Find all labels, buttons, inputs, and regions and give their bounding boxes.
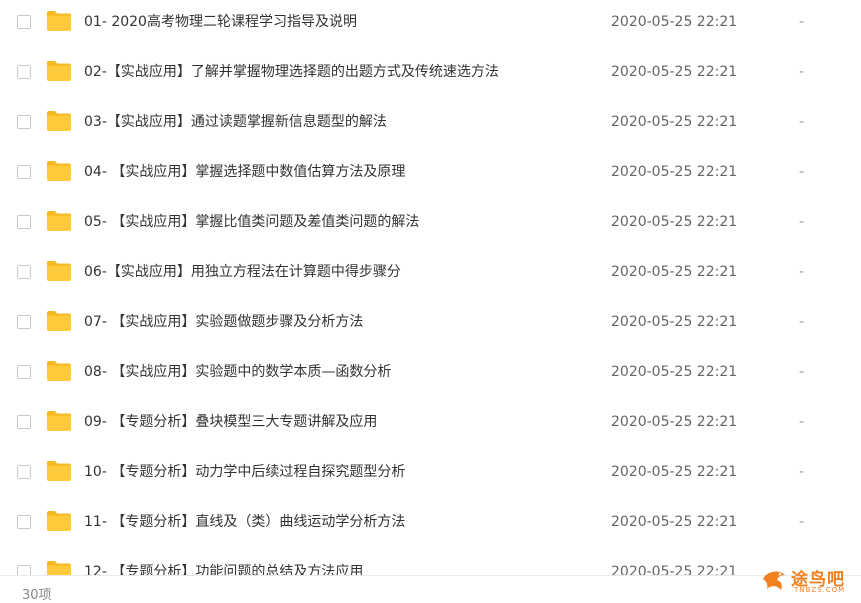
modified-time: 2020-05-25 22:21 [611, 514, 738, 530]
file-size: - [799, 114, 805, 130]
folder-icon[interactable] [46, 160, 72, 182]
folder-icon[interactable] [46, 410, 72, 432]
file-name[interactable]: 01- 2020高考物理二轮课程学习指导及说明 [84, 13, 357, 31]
modified-time: 2020-05-25 22:21 [611, 414, 738, 430]
modified-time: 2020-05-25 22:21 [611, 314, 738, 330]
file-size: - [799, 364, 805, 380]
folder-icon[interactable] [46, 560, 72, 575]
file-row[interactable]: 11- 【专题分析】直线及（类）曲线运动学分析方法 2020-05-25 22:2… [0, 499, 861, 549]
folder-icon[interactable] [46, 110, 72, 132]
modified-time: 2020-05-25 22:21 [611, 214, 738, 230]
row-checkbox[interactable] [17, 15, 31, 29]
file-name[interactable]: 09- 【专题分析】叠块模型三大专题讲解及应用 [84, 413, 377, 431]
file-name[interactable]: 08- 【实战应用】实验题中的数学本质—函数分析 [84, 363, 391, 381]
folder-icon[interactable] [46, 510, 72, 532]
file-size: - [799, 64, 805, 80]
file-name[interactable]: 11- 【专题分析】直线及（类）曲线运动学分析方法 [84, 513, 405, 531]
file-row[interactable]: 07- 【实战应用】实验题做题步骤及分析方法 2020-05-25 22:21 - [0, 299, 861, 349]
folder-icon[interactable] [46, 210, 72, 232]
modified-time: 2020-05-25 22:21 [611, 64, 738, 80]
watermark: 途鸟吧 TNBZS.COM [757, 563, 857, 597]
file-row[interactable]: 05- 【实战应用】掌握比值类问题及差值类问题的解法 2020-05-25 22:… [0, 199, 861, 249]
modified-time: 2020-05-25 22:21 [611, 14, 738, 30]
file-list: 01- 2020高考物理二轮课程学习指导及说明 2020-05-25 22:21 -… [0, 0, 861, 575]
row-checkbox[interactable] [17, 165, 31, 179]
modified-time: 2020-05-25 22:21 [611, 564, 738, 575]
folder-icon[interactable] [46, 60, 72, 82]
file-size: - [799, 14, 805, 30]
row-checkbox[interactable] [17, 215, 31, 229]
file-name[interactable]: 04- 【实战应用】掌握选择题中数值估算方法及原理 [84, 163, 405, 181]
file-row[interactable]: 03-【实战应用】通过读题掌握新信息题型的解法 2020-05-25 22:21 - [0, 99, 861, 149]
row-checkbox[interactable] [17, 465, 31, 479]
file-name[interactable]: 03-【实战应用】通过读题掌握新信息题型的解法 [84, 113, 387, 131]
file-row[interactable]: 12- 【专题分析】功能问题的总结及方法应用 2020-05-25 22:21- [0, 549, 861, 575]
file-size: - [799, 264, 805, 280]
file-size: - [799, 514, 805, 530]
folder-icon[interactable] [46, 460, 72, 482]
file-size: - [799, 464, 805, 480]
modified-time: 2020-05-25 22:21 [611, 114, 738, 130]
folder-icon[interactable] [46, 260, 72, 282]
file-row[interactable]: 02-【实战应用】了解并掌握物理选择题的出题方式及传统速选方法 2020-05-2… [0, 49, 861, 99]
file-size: - [799, 214, 805, 230]
modified-time: 2020-05-25 22:21 [611, 464, 738, 480]
file-size: - [799, 414, 805, 430]
file-row[interactable]: 10- 【专题分析】动力学中后续过程自探究题型分析 2020-05-25 22:2… [0, 449, 861, 499]
file-name[interactable]: 05- 【实战应用】掌握比值类问题及差值类问题的解法 [84, 213, 419, 231]
status-footer: 30项 [0, 575, 861, 603]
folder-icon[interactable] [46, 10, 72, 32]
file-name[interactable]: 10- 【专题分析】动力学中后续过程自探究题型分析 [84, 463, 405, 481]
file-row[interactable]: 06-【实战应用】用独立方程法在计算题中得步骤分 2020-05-25 22:21… [0, 249, 861, 299]
file-name[interactable]: 06-【实战应用】用独立方程法在计算题中得步骤分 [84, 263, 401, 281]
file-row[interactable]: 08- 【实战应用】实验题中的数学本质—函数分析 2020-05-25 22:21… [0, 349, 861, 399]
watermark-url: TNBZS.COM [794, 586, 846, 594]
folder-icon[interactable] [46, 310, 72, 332]
bird-logo-icon [759, 565, 789, 599]
file-name[interactable]: 12- 【专题分析】功能问题的总结及方法应用 [84, 563, 363, 575]
row-checkbox[interactable] [17, 565, 31, 575]
file-row[interactable]: 01- 2020高考物理二轮课程学习指导及说明 2020-05-25 22:21 - [0, 0, 861, 49]
file-row[interactable]: 04- 【实战应用】掌握选择题中数值估算方法及原理 2020-05-25 22:2… [0, 149, 861, 199]
modified-time: 2020-05-25 22:21 [611, 164, 738, 180]
row-checkbox[interactable] [17, 415, 31, 429]
file-size: - [799, 314, 805, 330]
folder-icon[interactable] [46, 360, 72, 382]
row-checkbox[interactable] [17, 515, 31, 529]
row-checkbox[interactable] [17, 115, 31, 129]
file-name[interactable]: 02-【实战应用】了解并掌握物理选择题的出题方式及传统速选方法 [84, 63, 499, 81]
modified-time: 2020-05-25 22:21 [611, 264, 738, 280]
file-row[interactable]: 09- 【专题分析】叠块模型三大专题讲解及应用 2020-05-25 22:21 - [0, 399, 861, 449]
row-checkbox[interactable] [17, 365, 31, 379]
modified-time: 2020-05-25 22:21 [611, 364, 738, 380]
file-size: - [799, 164, 805, 180]
item-count: 30项 [22, 588, 52, 603]
row-checkbox[interactable] [17, 265, 31, 279]
row-checkbox[interactable] [17, 315, 31, 329]
row-checkbox[interactable] [17, 65, 31, 79]
file-name[interactable]: 07- 【实战应用】实验题做题步骤及分析方法 [84, 313, 363, 331]
